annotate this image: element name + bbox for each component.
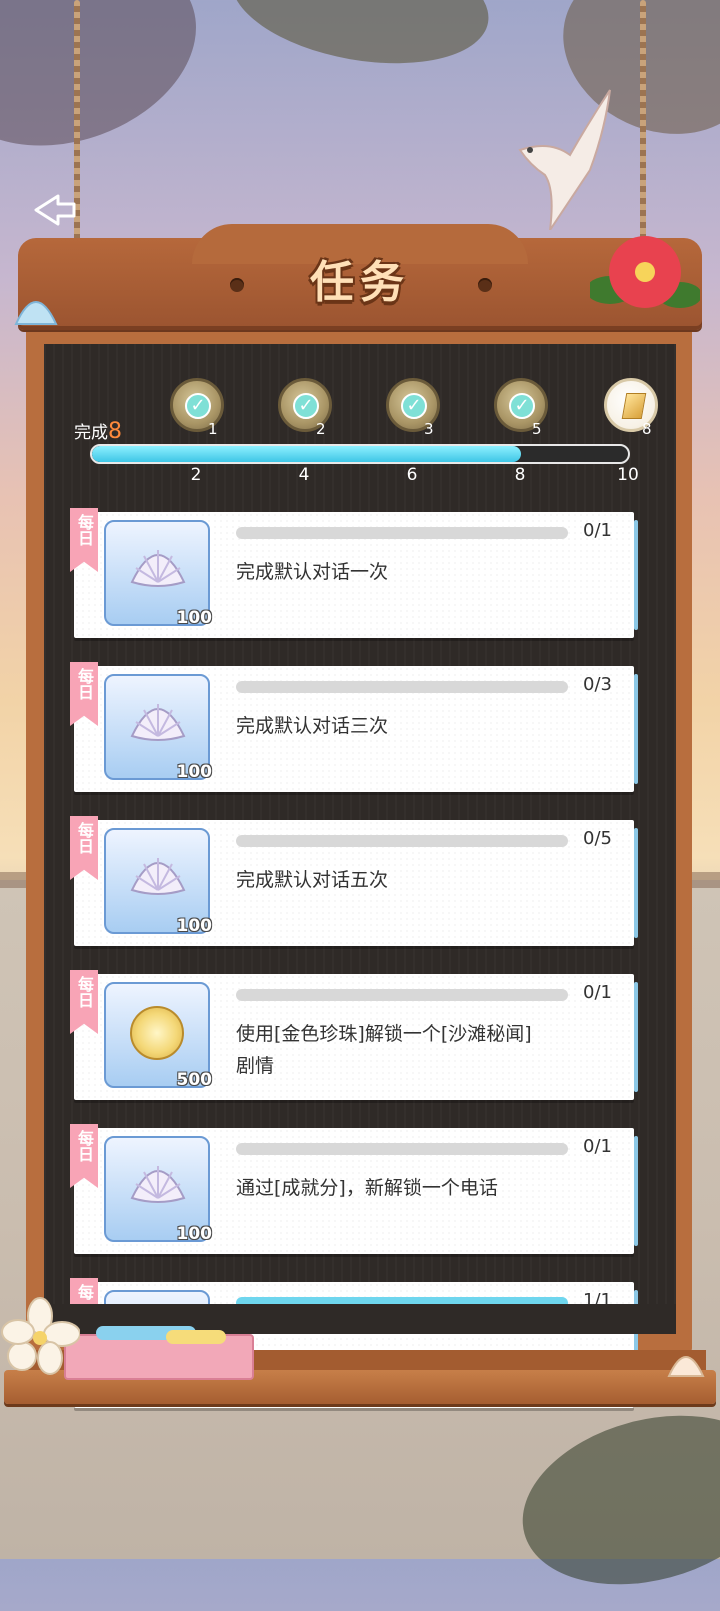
shell-decoration-icon xyxy=(667,1356,705,1377)
progress-tick: 6 xyxy=(406,465,418,485)
reward-slot[interactable]: 100 xyxy=(104,828,213,936)
shell-icon xyxy=(130,550,186,587)
daily-ribbon: 每日 xyxy=(70,662,98,726)
task-progress-bar xyxy=(236,527,568,539)
daily-ribbon: 每日 xyxy=(70,508,98,572)
daily-ribbon: 每日 xyxy=(70,970,98,1034)
task-progress-bar xyxy=(236,1143,568,1155)
reward-quantity: 500 xyxy=(176,1070,213,1090)
task-progress-text: 0/1 xyxy=(583,520,612,541)
milestone-count: 5 xyxy=(532,420,542,438)
task-progress-text: 0/3 xyxy=(583,674,612,695)
task-progress-text: 0/1 xyxy=(583,1136,612,1157)
reward-slot[interactable]: 100 xyxy=(104,1136,213,1244)
activity-progress-fill xyxy=(92,446,521,462)
task-description: 完成默认对话一次 xyxy=(236,561,389,583)
daily-ribbon: 每日 xyxy=(70,816,98,880)
reward-quantity: 100 xyxy=(176,762,213,782)
gem-icon xyxy=(621,393,647,419)
seagull-icon xyxy=(518,89,611,230)
milestone-count: 2 xyxy=(316,420,326,438)
task-card[interactable]: 每日 500 0/1 使用[金色珍珠]解锁一个[沙滩秘闻]剧情 xyxy=(70,970,638,1100)
progress-tick: 4 xyxy=(298,465,310,485)
checkmark-icon: ✓ xyxy=(293,393,319,419)
reward-quantity: 100 xyxy=(176,608,213,628)
shell-icon xyxy=(130,1166,186,1203)
task-description: 通过[成就分]，新解锁一个电话 xyxy=(236,1177,498,1199)
chalk-yellow xyxy=(166,1330,226,1344)
rope-right xyxy=(640,0,646,240)
shell-decoration-icon xyxy=(14,301,58,325)
activity-progress-bar xyxy=(90,444,630,464)
checkmark-icon: ✓ xyxy=(509,393,535,419)
task-description: 完成默认对话三次 xyxy=(236,715,389,737)
completion-count: 8 xyxy=(108,419,122,444)
checkmark-icon: ✓ xyxy=(185,393,211,419)
back-arrow-icon[interactable] xyxy=(28,190,78,230)
progress-tick: 10 xyxy=(617,465,639,485)
task-description: 完成默认对话五次 xyxy=(236,869,389,891)
task-progress-bar xyxy=(236,835,568,847)
daily-tag: 每日 xyxy=(75,1130,94,1162)
reward-slot[interactable]: 500 xyxy=(104,982,213,1090)
task-progress-text: 0/5 xyxy=(583,828,612,849)
hibiscus-icon xyxy=(590,236,700,308)
progress-tick: 8 xyxy=(514,465,526,485)
daily-tag: 每日 xyxy=(75,514,94,546)
milestone-count: 1 xyxy=(208,420,218,438)
task-progress-bar xyxy=(236,989,568,1001)
checkmark-icon: ✓ xyxy=(401,393,427,419)
reward-slot[interactable]: 100 xyxy=(104,674,213,782)
coin-icon xyxy=(130,1006,184,1060)
task-progress-text: 0/1 xyxy=(583,982,612,1003)
shell-icon xyxy=(130,858,186,895)
task-card[interactable]: 每日 100 0/3 完成默认对话三次 xyxy=(70,662,638,792)
task-progress-bar xyxy=(236,681,568,693)
milestone-count: 3 xyxy=(424,420,434,438)
progress-tick: 2 xyxy=(190,465,202,485)
daily-tag: 每日 xyxy=(75,822,94,854)
task-card[interactable]: 每日 100 0/1 完成默认对话一次 xyxy=(70,508,638,638)
shell-icon xyxy=(130,704,186,741)
palm-frond-top xyxy=(221,0,499,82)
completion-label: 完成8 xyxy=(74,419,122,444)
task-description: 使用[金色珍珠]解锁一个[沙滩秘闻]剧情 xyxy=(236,1023,532,1077)
daily-ribbon: 每日 xyxy=(70,1124,98,1188)
plumeria-icon xyxy=(1,1297,80,1375)
eraser-decoration xyxy=(64,1334,254,1380)
task-card[interactable]: 每日 100 0/1 通过[成就分]，新解锁一个电话 xyxy=(70,1124,638,1254)
reward-quantity: 100 xyxy=(176,916,213,936)
daily-tag: 每日 xyxy=(75,668,94,700)
milestone-count: 8 xyxy=(642,420,652,438)
palm-frond-left xyxy=(0,0,223,180)
task-card[interactable]: 每日 100 0/5 完成默认对话五次 xyxy=(70,816,638,946)
reward-quantity: 100 xyxy=(176,1224,213,1244)
reward-slot[interactable]: 100 xyxy=(104,520,213,628)
daily-tag: 每日 xyxy=(75,976,94,1008)
